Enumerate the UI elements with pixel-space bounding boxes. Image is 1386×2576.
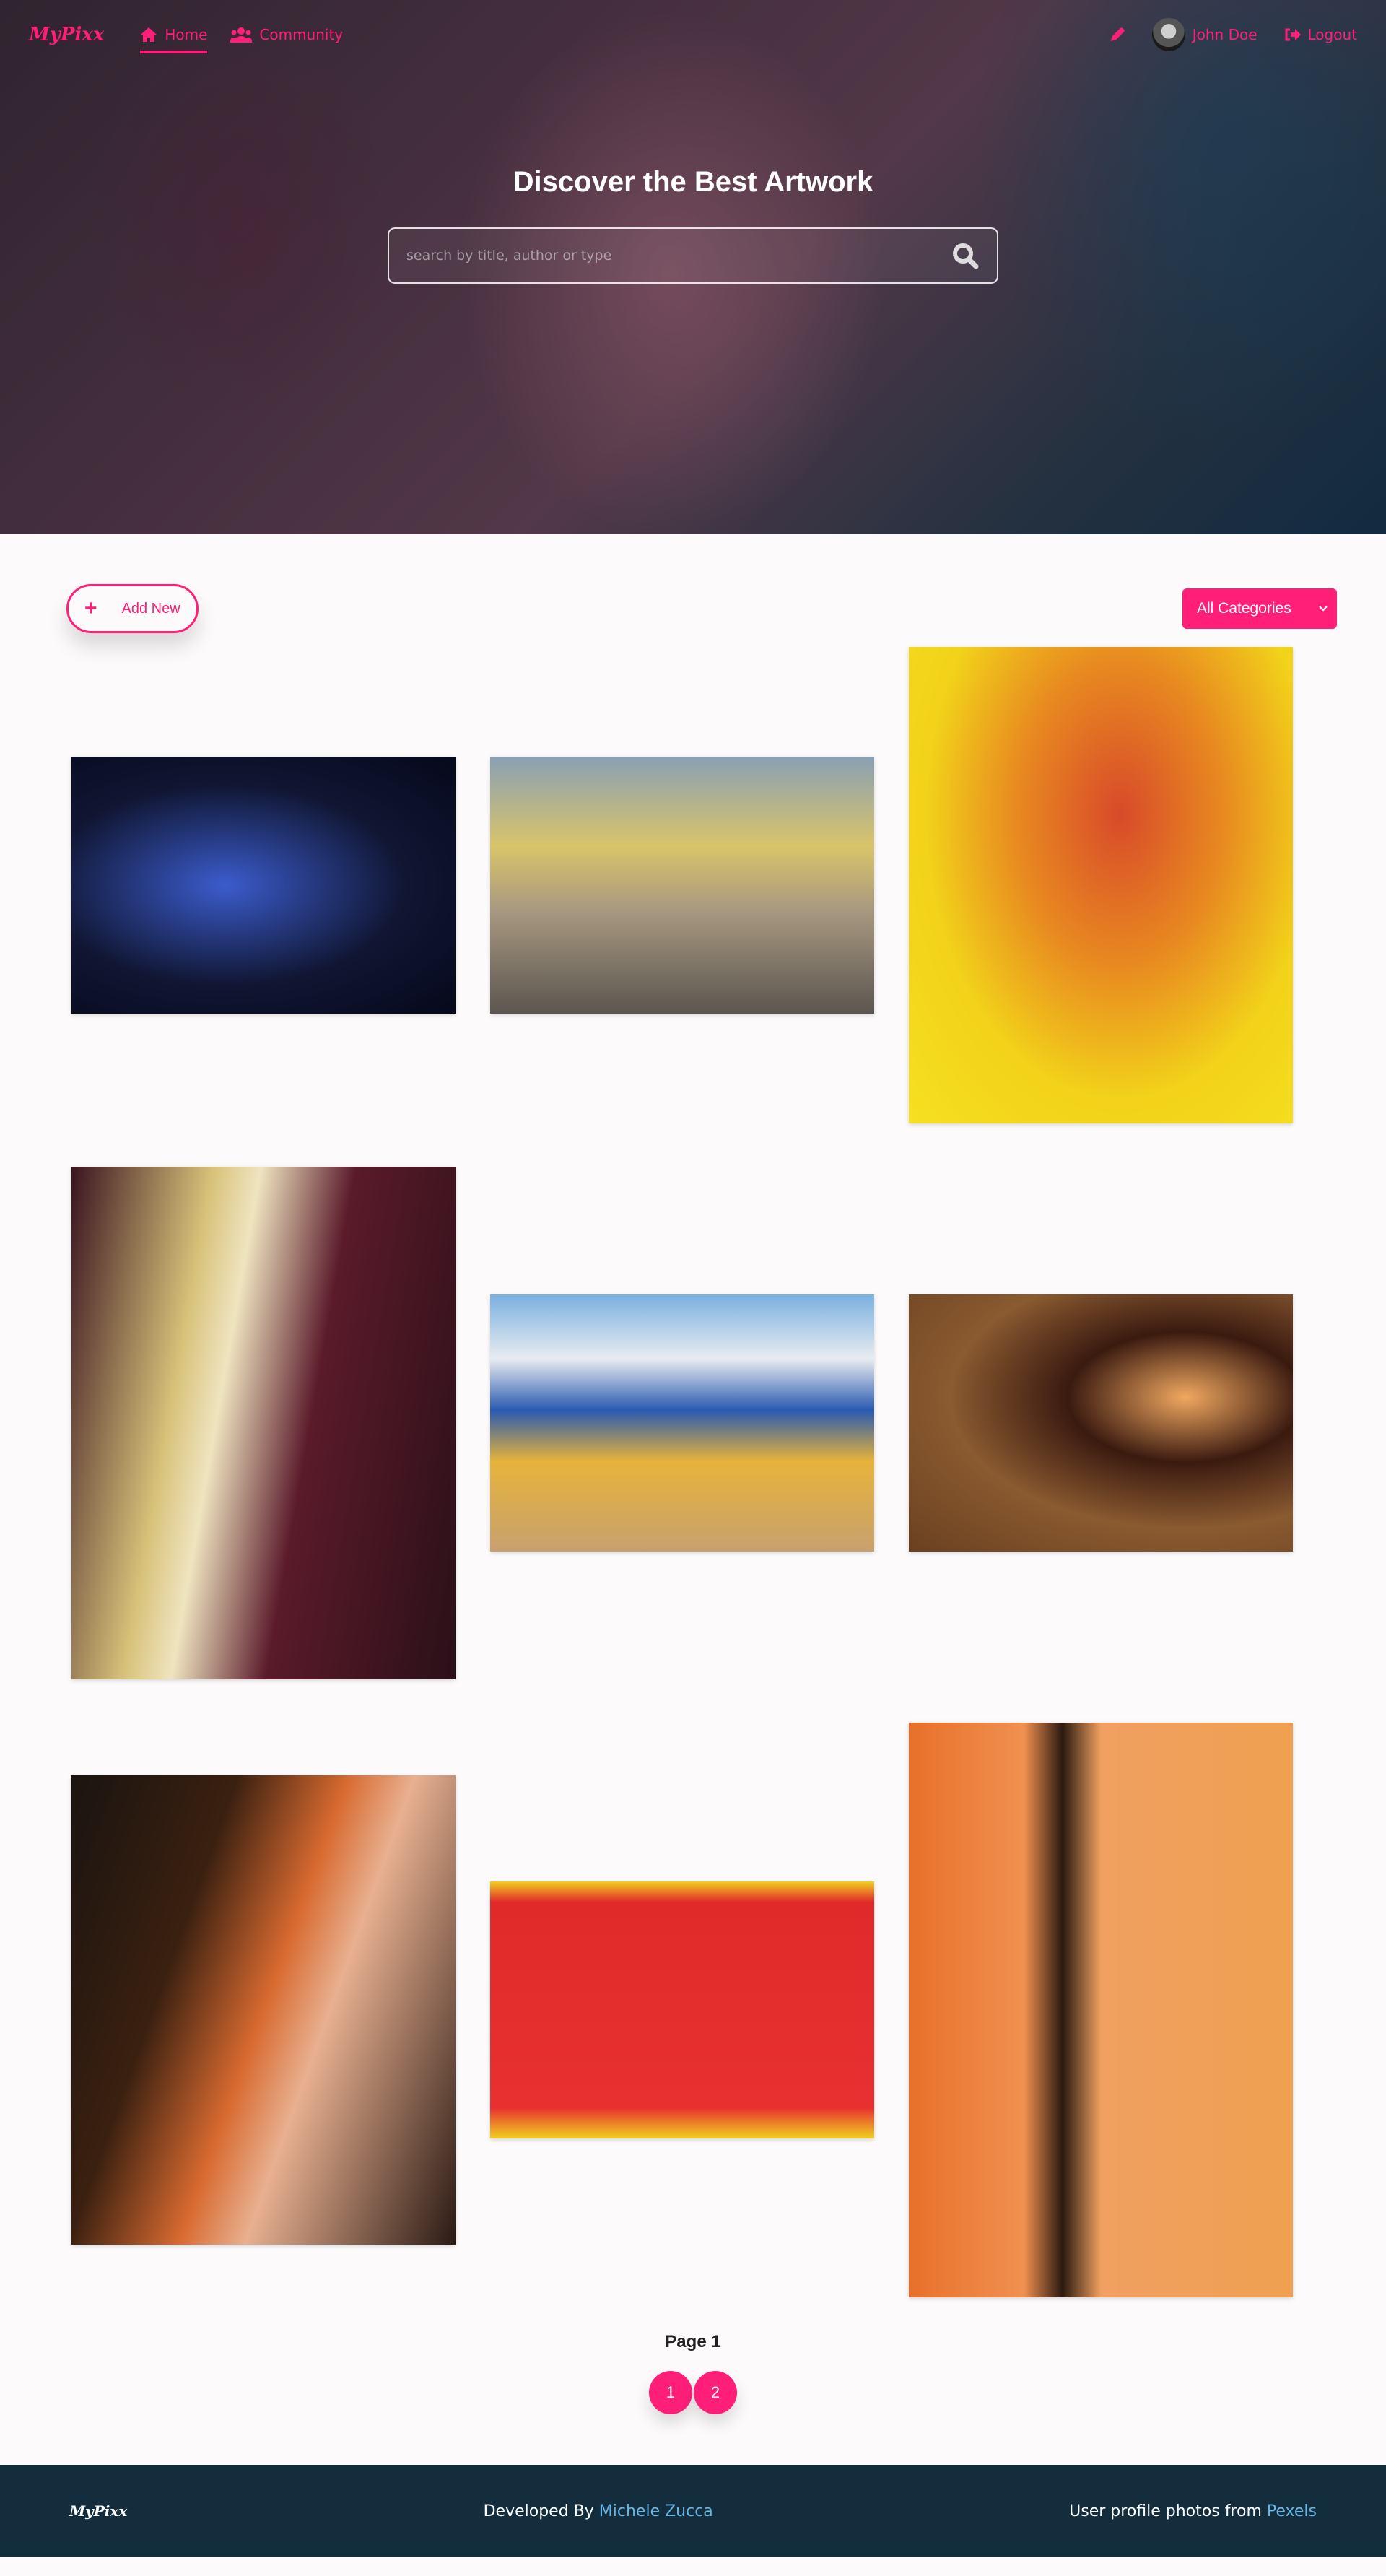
nav-home[interactable]: Home bbox=[140, 20, 208, 53]
chevron-down-icon bbox=[1319, 606, 1328, 612]
user-menu[interactable]: John Doe bbox=[1151, 18, 1258, 51]
hero: MyPixx Home Community John Doe Logout Di… bbox=[0, 0, 1386, 534]
footer-photo-credit: User profile photos from Pexels bbox=[1069, 2502, 1317, 2520]
page-button-2[interactable]: 2 bbox=[694, 2371, 737, 2414]
page-label: Page 1 bbox=[665, 2332, 721, 2351]
category-select[interactable]: All Categories bbox=[1182, 588, 1337, 629]
footer: MyPixx Developed By Michele Zucca User p… bbox=[0, 2465, 1386, 2557]
artwork-card[interactable] bbox=[71, 757, 456, 1014]
pagination: Page 1 1 2 bbox=[0, 2312, 1386, 2465]
search-input[interactable] bbox=[406, 248, 951, 264]
artwork-card[interactable] bbox=[71, 1775, 456, 2245]
search-icon[interactable] bbox=[951, 241, 980, 270]
navbar: MyPixx Home Community John Doe Logout bbox=[0, 0, 1386, 69]
artwork-card[interactable] bbox=[490, 757, 874, 1014]
logout-label: Logout bbox=[1307, 26, 1357, 43]
category-select-value: All Categories bbox=[1197, 600, 1291, 617]
sign-out-icon bbox=[1285, 28, 1301, 41]
home-icon bbox=[141, 27, 157, 42]
footer-logo: MyPixx bbox=[69, 2502, 128, 2520]
artwork-gallery bbox=[0, 647, 1386, 2312]
page-button-1[interactable]: 1 bbox=[649, 2371, 692, 2414]
footer-credit: Developed By Michele Zucca bbox=[484, 2502, 713, 2520]
artwork-card[interactable] bbox=[909, 1723, 1293, 2297]
nav-community[interactable]: Community bbox=[230, 20, 343, 49]
artwork-card[interactable] bbox=[71, 1167, 456, 1679]
add-new-label: Add New bbox=[121, 600, 180, 617]
search-bar bbox=[388, 227, 998, 284]
pexels-link[interactable]: Pexels bbox=[1267, 2502, 1317, 2520]
user-name: John Doe bbox=[1192, 26, 1258, 43]
artwork-card[interactable] bbox=[490, 1294, 874, 1552]
nav-community-label: Community bbox=[259, 26, 344, 43]
artwork-card[interactable] bbox=[909, 1294, 1293, 1552]
toolbar: + Add New All Categories bbox=[0, 534, 1386, 647]
logout-button[interactable]: Logout bbox=[1283, 26, 1357, 43]
nav-home-label: Home bbox=[165, 26, 208, 43]
plus-icon: + bbox=[84, 596, 97, 620]
users-icon bbox=[230, 27, 253, 43]
avatar bbox=[1151, 18, 1185, 51]
hero-title: Discover the Best Artwork bbox=[513, 166, 873, 198]
pencil-icon[interactable] bbox=[1109, 26, 1126, 43]
footer-credit-prefix: Developed By bbox=[483, 2502, 594, 2520]
artwork-card[interactable] bbox=[909, 647, 1293, 1123]
logo[interactable]: MyPixx bbox=[29, 24, 104, 45]
artwork-card[interactable] bbox=[490, 1881, 874, 2138]
add-new-button[interactable]: + Add New bbox=[66, 584, 199, 633]
developer-link[interactable]: Michele Zucca bbox=[599, 2502, 713, 2520]
footer-photo-prefix: User profile photos from bbox=[1069, 2502, 1262, 2520]
